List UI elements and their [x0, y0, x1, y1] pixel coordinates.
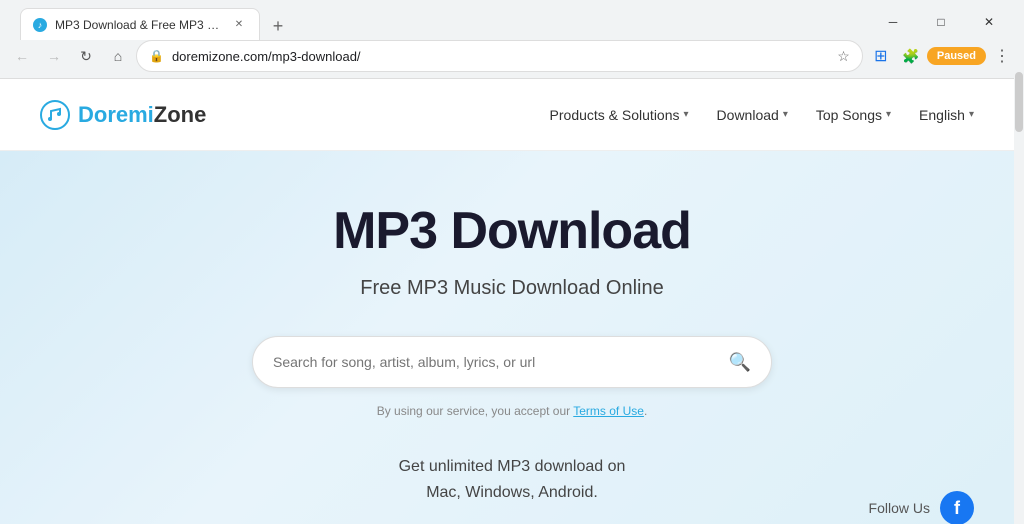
chevron-down-icon: ▾	[783, 109, 788, 120]
site-logo[interactable]: DoremiZone	[40, 100, 206, 130]
site-header: DoremiZone Products & Solutions ▾ Downlo…	[0, 79, 1024, 151]
chevron-down-icon: ▾	[684, 109, 689, 120]
site-nav: Products & Solutions ▾ Download ▾ Top So…	[540, 101, 984, 129]
terms-of-use-link[interactable]: Terms of Use	[573, 404, 644, 418]
tab-title: MP3 Download & Free MP3 Mu...	[55, 18, 223, 32]
window-controls: ─ □ ✕	[870, 8, 1012, 36]
logo-text: DoremiZone	[78, 102, 206, 128]
logo-icon	[40, 100, 70, 130]
chevron-down-icon: ▾	[886, 109, 891, 120]
search-button[interactable]: 🔍	[729, 352, 751, 373]
close-button[interactable]: ✕	[966, 8, 1012, 36]
extensions-grid-button[interactable]: ⊞	[867, 42, 895, 70]
tab-favicon: ♪	[33, 18, 47, 32]
follow-label: Follow Us	[869, 500, 930, 516]
search-bar: 🔍	[252, 336, 772, 388]
new-tab-button[interactable]: +	[264, 12, 292, 40]
tab-close-button[interactable]: ✕	[231, 17, 247, 33]
follow-us: Follow Us f	[869, 491, 974, 524]
nav-language[interactable]: English ▾	[909, 101, 984, 129]
maximize-button[interactable]: □	[918, 8, 964, 36]
search-icon: 🔍	[729, 352, 751, 372]
address-bar-row: ← → ↻ ⌂ 🔒 doremizone.com/mp3-download/ ☆…	[0, 36, 1024, 78]
puzzle-icon: 🧩	[902, 48, 919, 65]
toolbar-icons: ⊞ 🧩 Paused ⋮	[867, 42, 1016, 70]
minimize-button[interactable]: ─	[870, 8, 916, 36]
facebook-icon[interactable]: f	[940, 491, 974, 524]
hero-title: MP3 Download	[20, 201, 1004, 261]
hero-section: MP3 Download Free MP3 Music Download Onl…	[0, 151, 1024, 524]
url-text: doremizone.com/mp3-download/	[172, 49, 829, 64]
browser-tab[interactable]: ♪ MP3 Download & Free MP3 Mu... ✕	[20, 8, 260, 40]
lock-icon: 🔒	[149, 49, 164, 63]
search-input[interactable]	[273, 354, 729, 370]
search-bar-wrapper: 🔍	[252, 336, 772, 388]
nav-download[interactable]: Download ▾	[707, 101, 798, 129]
hero-subtitle: Free MP3 Music Download Online	[20, 277, 1004, 300]
nav-products-solutions[interactable]: Products & Solutions ▾	[540, 101, 699, 129]
chevron-down-icon: ▾	[969, 109, 974, 120]
home-button[interactable]: ⌂	[104, 42, 132, 70]
back-button[interactable]: ←	[8, 42, 36, 70]
scrollbar-thumb[interactable]	[1015, 72, 1023, 132]
bookmark-icon[interactable]: ☆	[837, 48, 850, 65]
terms-text: By using our service, you accept our Ter…	[20, 404, 1004, 418]
address-bar[interactable]: 🔒 doremizone.com/mp3-download/ ☆	[136, 40, 863, 72]
scrollbar-track	[1014, 0, 1024, 524]
paused-button[interactable]: Paused	[927, 47, 986, 65]
browser-menu-button[interactable]: ⋮	[988, 42, 1016, 70]
website-content: DoremiZone Products & Solutions ▾ Downlo…	[0, 79, 1024, 524]
nav-top-songs[interactable]: Top Songs ▾	[806, 101, 901, 129]
hero-footer: Get unlimited MP3 download on Mac, Windo…	[20, 454, 1004, 505]
forward-button[interactable]: →	[40, 42, 68, 70]
grid-icon: ⊞	[874, 46, 887, 66]
reload-button[interactable]: ↻	[72, 42, 100, 70]
puzzle-icon-button[interactable]: 🧩	[897, 42, 925, 70]
